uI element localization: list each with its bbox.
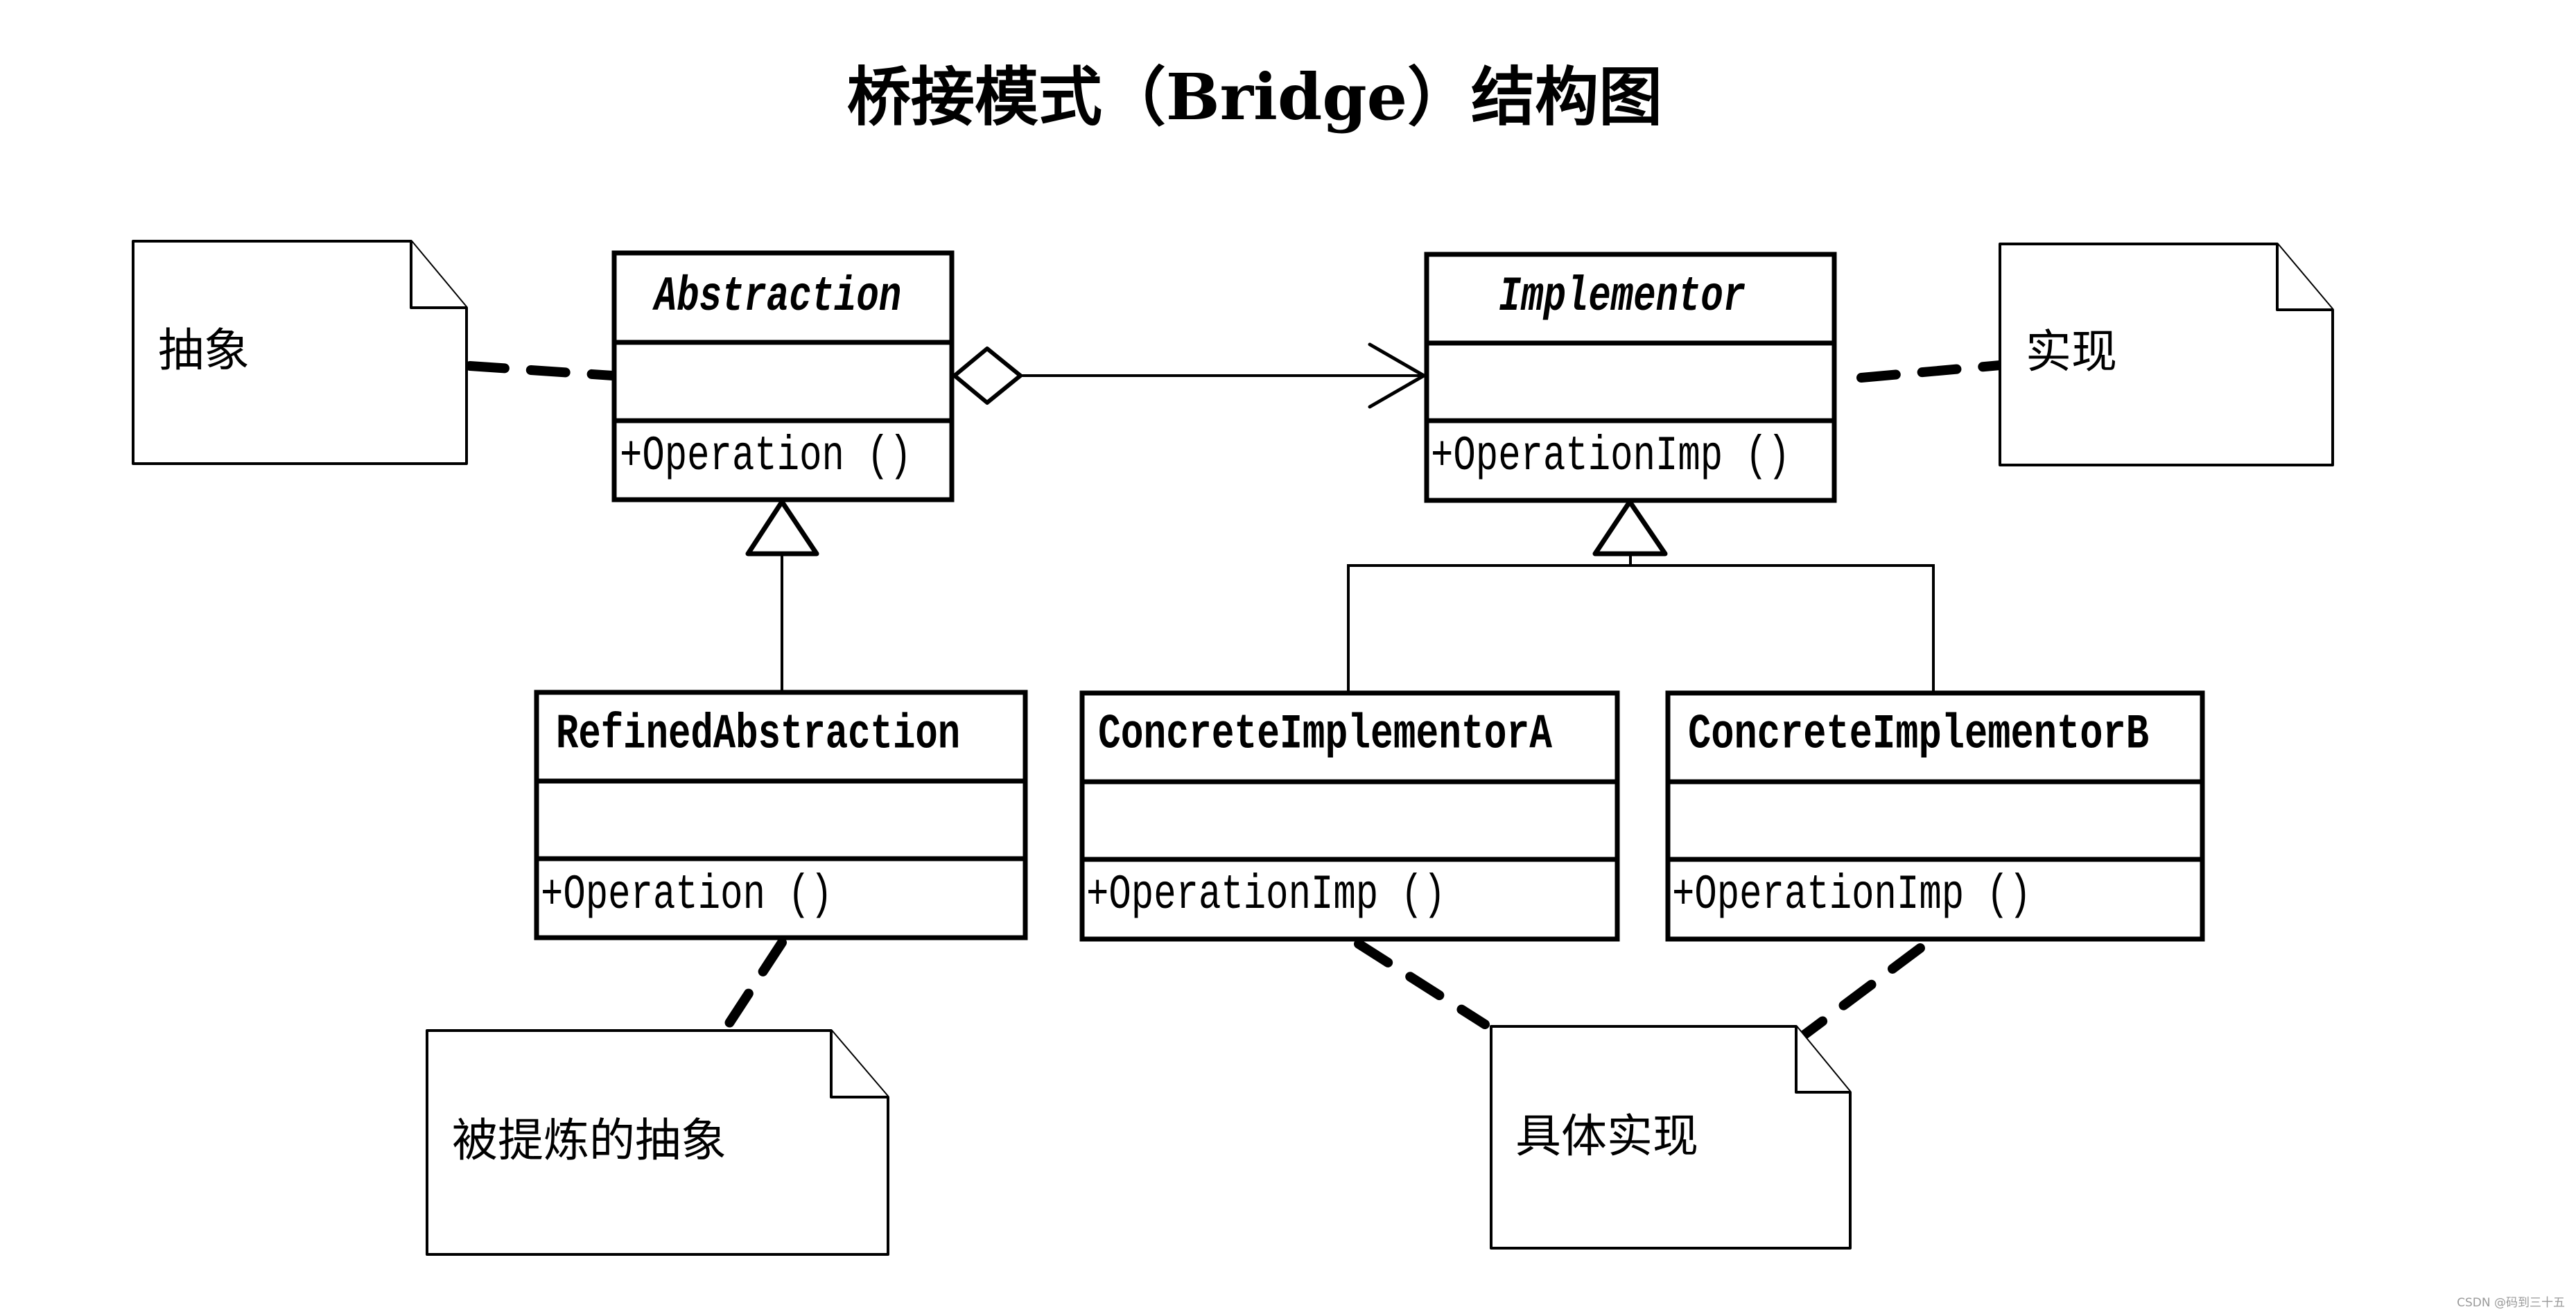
class-abstraction: Abstraction +Operation () xyxy=(611,250,955,502)
generalization-triangle-icon xyxy=(1592,499,1668,557)
note-anchor-refined xyxy=(720,938,787,1035)
class-name: ConcreteImplementorB xyxy=(1688,707,2149,762)
class-operation: +OperationImp () xyxy=(1086,868,1445,923)
note-concrete-implementation: 具体实现 xyxy=(1490,1025,1852,1250)
note-anchor-abstraction xyxy=(465,361,618,380)
note-anchor-concrete-a xyxy=(1354,939,1490,1029)
class-name: ConcreteImplementorA xyxy=(1098,707,1552,762)
aggregation-diamond-icon xyxy=(952,347,1022,405)
class-name: Implementor xyxy=(1499,270,1746,325)
note-text: 具体实现 xyxy=(1515,1110,1698,1163)
class-operation: +Operation () xyxy=(541,868,833,923)
diagram-title: 桥接模式（Bridge）结构图 xyxy=(847,60,1662,134)
note-text: 抽象 xyxy=(158,324,250,377)
note-text: 实现 xyxy=(2026,325,2117,378)
note-abstraction: 抽象 xyxy=(132,240,468,465)
class-concrete-implementor-a: ConcreteImplementorA +OperationImp () xyxy=(1079,690,1620,942)
class-concrete-implementor-b: ConcreteImplementorB +OperationImp () xyxy=(1665,690,2205,942)
class-name: RefinedAbstraction xyxy=(556,707,960,762)
bridge-uml-diagram: 桥接模式（Bridge）结构图 抽象 实现 被提炼的抽象 具体实现 Abstra… xyxy=(132,60,2565,1310)
class-name: Abstraction xyxy=(652,270,901,325)
note-anchor-concrete-b xyxy=(1800,943,1925,1040)
class-operation: +OperationImp () xyxy=(1431,429,1790,484)
watermark: CSDN @码到三十五 xyxy=(2457,1296,2565,1310)
note-fold-icon xyxy=(2276,244,2333,311)
note-implementor: 实现 xyxy=(1999,243,2334,466)
class-refined-abstraction: RefinedAbstraction +Operation () xyxy=(534,690,1028,940)
note-anchor-implementor xyxy=(1856,360,2005,383)
generalization-triangle-icon xyxy=(745,499,819,557)
generalization-bus-implementor xyxy=(1347,564,1935,692)
class-operation: +Operation () xyxy=(620,429,912,484)
note-text: 被提炼的抽象 xyxy=(452,1114,726,1167)
class-implementor: Implementor +OperationImp () xyxy=(1424,252,1837,503)
note-refined-abstraction: 被提炼的抽象 xyxy=(426,1029,889,1256)
class-operation: +OperationImp () xyxy=(1672,868,2031,923)
